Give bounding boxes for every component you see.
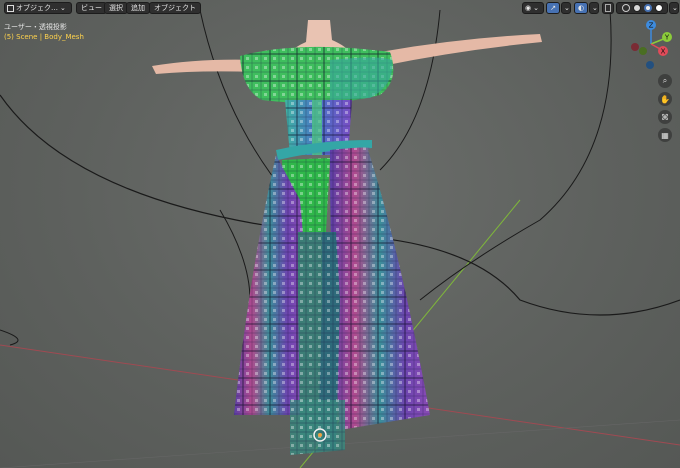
gizmo-neg-y-axis	[639, 47, 647, 55]
camera-icon[interactable]: ⌘	[658, 110, 672, 124]
gizmo-y-label: Y	[664, 34, 670, 42]
hand-icon[interactable]: ✋	[658, 92, 672, 106]
material-icon[interactable]	[643, 4, 652, 12]
gizmo-dropdown[interactable]: ⌄	[561, 2, 571, 14]
menu-view[interactable]: ビュー	[76, 2, 107, 14]
gizmo-neg-z-axis	[646, 61, 654, 69]
shading-dropdown[interactable]: ⌄	[669, 2, 679, 14]
xray-toggle-button[interactable]	[602, 2, 614, 14]
gizmo-neg-x-axis	[631, 43, 639, 51]
shading-mode-group[interactable]	[616, 2, 668, 14]
chevron-down-icon: ⌄	[672, 4, 678, 12]
menu-add[interactable]: 追加	[126, 2, 150, 14]
visibility-dropdown[interactable]: ◉ ⌄	[522, 2, 544, 14]
mode-label: オブジェク…	[16, 4, 58, 12]
3d-viewport[interactable]: オブジェク… ⌄ ビュー 選択 追加 オブジェクト ◉ ⌄ ↗ ⌄ ◐ ⌄ ⌄ ユ…	[0, 0, 680, 468]
gizmo-z-label: Z	[649, 22, 654, 30]
overlay-icon: ◐	[577, 4, 585, 12]
arrow-icon: ↗	[550, 4, 556, 12]
chevron-down-icon: ⌄	[533, 4, 539, 12]
navigation-gizmo[interactable]: Z Y X	[624, 18, 678, 74]
overlay-dropdown[interactable]: ⌄	[589, 2, 599, 14]
view-perspective-label: ユーザー・透視投影	[4, 23, 67, 31]
wireframe-icon[interactable]	[621, 4, 630, 12]
rendered-icon[interactable]	[654, 4, 663, 12]
chevron-down-icon: ⌄	[592, 4, 598, 12]
eye-icon: ◉	[525, 4, 532, 12]
xray-icon	[605, 4, 611, 12]
chevron-down-icon: ⌄	[564, 4, 570, 12]
scene-info-label: (5) Scene | Body_Mesh	[4, 33, 84, 41]
grid-icon[interactable]: ▦	[658, 128, 672, 142]
solid-icon[interactable]	[632, 4, 641, 12]
gizmo-x-label: X	[661, 48, 666, 56]
scene-render[interactable]	[0, 0, 680, 468]
gizmo-toggle-button[interactable]: ↗	[546, 2, 560, 14]
menu-object[interactable]: オブジェクト	[149, 2, 201, 14]
cube-icon	[7, 4, 14, 12]
chevron-down-icon: ⌄	[60, 4, 66, 12]
zoom-icon[interactable]: ⌕	[658, 74, 672, 88]
editor-mode-dropdown[interactable]: オブジェク… ⌄	[4, 2, 72, 14]
menu-select[interactable]: 選択	[104, 2, 128, 14]
overlay-toggle-button[interactable]: ◐	[574, 2, 588, 14]
